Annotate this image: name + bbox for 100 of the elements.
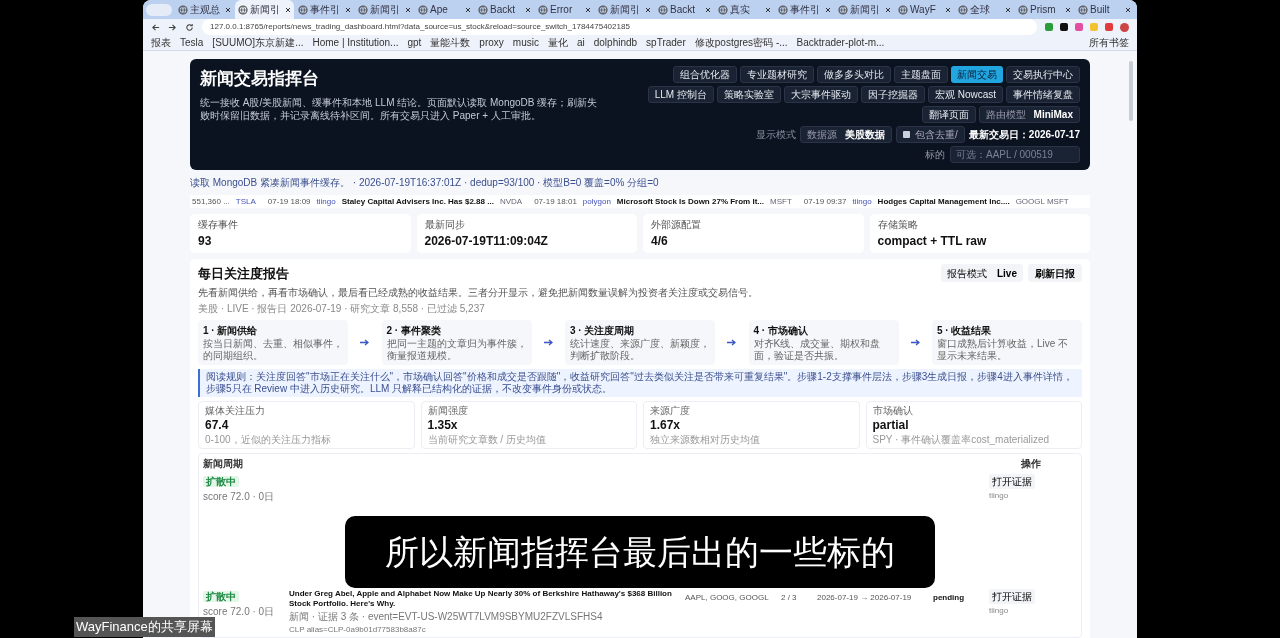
- bookmark[interactable]: [SUUMO]东京新建...: [212, 35, 304, 50]
- source-select[interactable]: 数据源 美股数据: [800, 126, 893, 143]
- refresh-button[interactable]: 刷新日报: [1028, 264, 1082, 282]
- browser-tab[interactable]: WayF: [895, 0, 954, 19]
- nav-button[interactable]: 专业题材研究: [740, 66, 814, 83]
- bookmark[interactable]: spTrader: [646, 35, 686, 50]
- table-cell: 2026-07-19 → 2026-07-19: [817, 592, 912, 602]
- score-text: score 72.0 · 0日: [203, 604, 276, 619]
- close-icon[interactable]: [525, 6, 531, 13]
- dedupe-toggle[interactable]: 包含去重/: [896, 126, 965, 143]
- browser-tab[interactable]: Prism: [1015, 0, 1074, 19]
- browser-tab[interactable]: Ape: [415, 0, 474, 19]
- browser-tab[interactable]: Backt: [655, 0, 714, 19]
- ticker-source: tiingo: [852, 195, 872, 208]
- arrow-icon: [910, 338, 920, 346]
- tab-title: Ape: [430, 3, 449, 17]
- close-icon[interactable]: [405, 6, 411, 13]
- close-icon[interactable]: [345, 6, 351, 13]
- close-icon[interactable]: [1125, 6, 1131, 13]
- nav-button[interactable]: 事件情绪复盘: [1006, 86, 1080, 103]
- open-evidence-button[interactable]: 打开证据: [989, 588, 1035, 604]
- browser-tab[interactable]: Backt: [475, 0, 534, 19]
- globe-icon: [1078, 4, 1088, 15]
- metric-note: 独立来源数相对历史均值: [650, 432, 761, 447]
- nav-button[interactable]: LLM 控制台: [647, 86, 714, 103]
- bookmark[interactable]: proxy: [479, 35, 504, 50]
- reload-icon[interactable]: [185, 22, 194, 32]
- select-label: 数据源: [807, 128, 838, 142]
- globe-icon: [778, 4, 788, 15]
- all-bookmarks[interactable]: 所有书签: [1089, 35, 1129, 50]
- status-line: 读取 MongoDB 紧凑新闻事件缓存。 · 2026-07-19T16:37:01Z · dedup=93/100 · 模型B=0 覆盖=0% 分组=0: [190, 176, 660, 190]
- nav-button[interactable]: 组合优化器: [673, 66, 737, 83]
- browser-tab[interactable]: Error: [535, 0, 594, 19]
- checkbox[interactable]: [903, 131, 911, 138]
- browser-tab[interactable]: 事件引: [775, 0, 834, 19]
- step-title: 4 · 市场确认: [753, 323, 809, 338]
- bookmark[interactable]: ai: [576, 35, 585, 50]
- open-evidence-button[interactable]: 打开证据: [989, 473, 1035, 489]
- close-icon[interactable]: [1065, 6, 1071, 13]
- browser-tab[interactable]: 新闻引: [835, 0, 894, 19]
- close-icon[interactable]: [645, 6, 651, 13]
- close-icon[interactable]: [885, 6, 891, 13]
- bookmark[interactable]: Tesla: [180, 35, 204, 50]
- browser-tab[interactable]: 事件引: [295, 0, 354, 19]
- nav-button[interactable]: 因子挖掘器: [860, 86, 925, 103]
- globe-icon: [538, 4, 548, 15]
- browser-tab[interactable]: 新闻引: [355, 0, 414, 19]
- ticker-headline[interactable]: Microsoft Stock Is Down 27% From It...: [616, 195, 764, 208]
- close-icon[interactable]: [585, 6, 591, 13]
- browser-tab[interactable]: 新闻引: [595, 0, 654, 19]
- close-icon[interactable]: [705, 6, 711, 13]
- bookmark[interactable]: 修改postgres密码 -...: [694, 35, 788, 50]
- status-badge: 扩散中: [203, 590, 239, 602]
- bookmark[interactable]: 报表: [151, 35, 171, 50]
- column-header: 新闻周期: [203, 456, 243, 471]
- browser-tab[interactable]: Built: [1075, 0, 1134, 19]
- nav-button[interactable]: 翻译页面: [921, 106, 976, 123]
- ticker-headline[interactable]: Hodges Capital Management Inc....: [877, 195, 1010, 208]
- close-icon[interactable]: [765, 6, 771, 13]
- tab-title: Error: [550, 3, 574, 17]
- bookmark[interactable]: 量能斗数: [430, 35, 471, 50]
- symbol-field[interactable]: 可选：AAPL / 000519: [950, 146, 1080, 163]
- address-bar[interactable]: 127.0.0.1:8765/reports/news_trading_dashboard.html?data_source=us_stock&reload=source_switch_1784475402185: [202, 19, 1037, 35]
- bookmark[interactable]: 量化: [547, 35, 568, 50]
- avatar-icon[interactable]: [1120, 22, 1129, 32]
- close-icon[interactable]: [225, 6, 231, 13]
- ticker-headline[interactable]: Staley Capital Advisers Inc. Has $2.88 ...: [341, 195, 494, 208]
- bookmark[interactable]: dolphindb: [593, 35, 638, 50]
- globe-icon: [958, 4, 968, 15]
- close-icon[interactable]: [1005, 6, 1011, 13]
- browser-tab[interactable]: 真实: [715, 0, 774, 19]
- bookmark[interactable]: music: [512, 35, 539, 50]
- bookmark[interactable]: Home | Institution...: [312, 35, 399, 50]
- close-icon[interactable]: [825, 6, 831, 13]
- back-icon[interactable]: [151, 22, 160, 32]
- browser-tab[interactable]: 主观总: [175, 0, 234, 19]
- close-icon[interactable]: [465, 6, 471, 13]
- nav-button[interactable]: 宏观 Nowcast: [927, 86, 1003, 103]
- forward-icon[interactable]: [168, 22, 177, 32]
- tab-title: 事件引: [790, 3, 821, 17]
- nav-button[interactable]: 大宗事件驱动: [783, 86, 858, 103]
- bookmark[interactable]: Backtrader-plot-m...: [796, 35, 885, 50]
- nav-button[interactable]: 主题盘面: [894, 66, 948, 83]
- bookmark[interactable]: gpt: [407, 35, 422, 50]
- browser-tab[interactable]: 新闻引: [235, 0, 294, 19]
- metric-value: partial: [872, 417, 910, 432]
- news-alias: CLP alias=CLP-0a9b01d77583b8a87c: [289, 623, 427, 636]
- globe-icon: [658, 4, 668, 15]
- nav-button[interactable]: 交易执行中心: [1006, 66, 1080, 83]
- nav-button[interactable]: 策略实验室: [716, 86, 781, 103]
- mode-select[interactable]: 报告模式 Live: [941, 264, 1023, 282]
- close-icon[interactable]: [945, 6, 951, 13]
- news-headline[interactable]: Under Greg Abel, Apple and Alphabet Now Make Up Nearly 30% of Berkshire Hathaway's $368 Billion Stock Portfolio. Here's Why.: [289, 588, 679, 609]
- browser-tab[interactable]: 全球: [955, 0, 1014, 19]
- stat-label: 外部源配置: [651, 218, 702, 232]
- model-select[interactable]: 路由模型 MiniMax: [978, 106, 1080, 123]
- close-icon[interactable]: [285, 6, 291, 13]
- stat-label: 缓存事件: [198, 218, 239, 232]
- nav-button[interactable]: 做多多头对比: [817, 66, 891, 83]
- nav-button[interactable]: 新闻交易: [951, 66, 1003, 83]
